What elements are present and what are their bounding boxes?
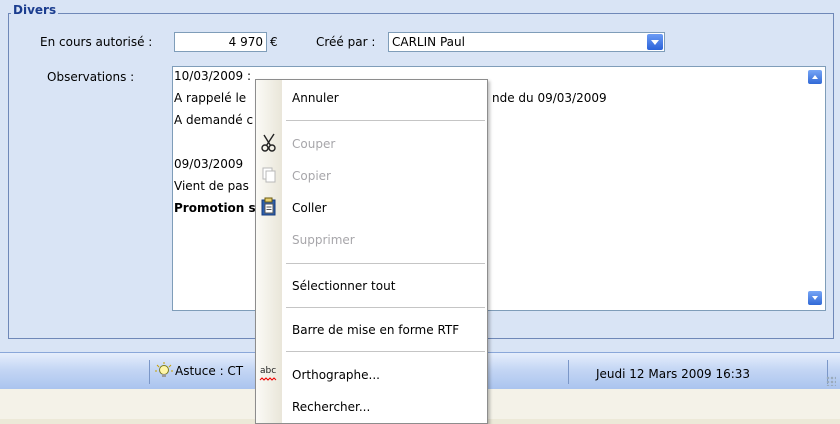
memo-line: nde du 09/03/2009 xyxy=(492,91,607,105)
menu-item-orthographe[interactable]: Orthographe... xyxy=(292,368,380,382)
cree-par-select[interactable]: CARLIN Paul xyxy=(388,32,665,52)
scroll-up-icon[interactable] xyxy=(808,70,822,84)
menu-item-supprimer[interactable]: Supprimer xyxy=(292,233,355,247)
status-separator xyxy=(149,360,150,384)
menu-item-selectionner-tout[interactable]: Sélectionner tout xyxy=(292,279,395,293)
cree-par-label: Créé par : xyxy=(316,35,376,49)
menu-separator xyxy=(286,307,485,308)
menu-item-rechercher[interactable]: Rechercher... xyxy=(292,400,370,414)
lightbulb-icon xyxy=(154,361,174,384)
status-separator xyxy=(568,360,569,384)
memo-line: Vient de pas xyxy=(174,179,249,193)
encours-amount-field[interactable]: 4 970 xyxy=(174,32,267,52)
observations-label: Observations : xyxy=(47,70,135,84)
menu-item-copier[interactable]: Copier xyxy=(292,169,331,183)
resize-grip-icon[interactable] xyxy=(826,376,836,386)
menu-separator xyxy=(286,263,485,264)
menu-item-coller[interactable]: Coller xyxy=(292,201,327,215)
copy-icon xyxy=(260,166,278,184)
spellcheck-icon: abc xyxy=(259,365,281,383)
memo-line: A rappelé le xyxy=(174,91,247,105)
paste-icon xyxy=(260,197,278,216)
memo-line-bold: Promotion s xyxy=(174,201,256,215)
memo-line: 09/03/2009 xyxy=(174,157,244,171)
scroll-down-icon[interactable] xyxy=(808,291,822,305)
encours-label: En cours autorisé : xyxy=(40,35,153,49)
menu-separator xyxy=(286,120,485,121)
menu-item-couper[interactable]: Couper xyxy=(292,137,335,151)
fieldset-legend: Divers xyxy=(11,3,59,17)
cree-par-value: CARLIN Paul xyxy=(392,35,465,49)
menu-separator xyxy=(286,351,485,352)
menu-item-annuler[interactable]: Annuler xyxy=(292,91,339,105)
tip-text: Astuce : CT xyxy=(175,364,244,378)
menu-item-barre-rtf[interactable]: Barre de mise en forme RTF xyxy=(292,323,459,337)
currency-label: € xyxy=(270,35,278,49)
scissors-icon xyxy=(260,133,278,152)
memo-line: 10/03/2009 : xyxy=(174,69,252,83)
dropdown-arrow-icon[interactable] xyxy=(647,34,663,50)
memo-line: A demandé c xyxy=(174,113,254,127)
status-datetime: Jeudi 12 Mars 2009 16:33 xyxy=(596,367,751,381)
context-menu: Annuler Couper Copier Coller Supprimer S… xyxy=(255,79,488,424)
